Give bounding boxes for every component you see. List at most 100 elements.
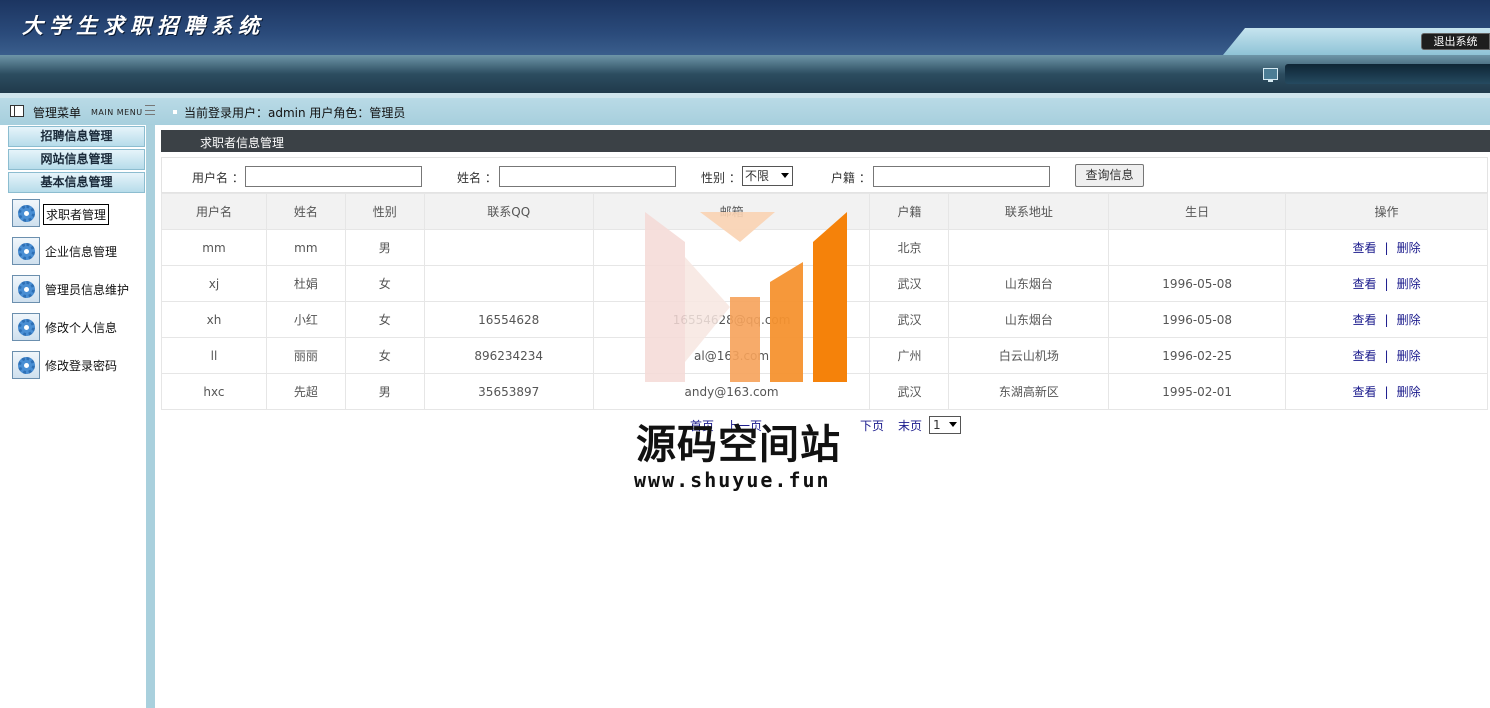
query-button[interactable]: 查询信息 bbox=[1075, 164, 1144, 187]
table-cell: 武汉 bbox=[869, 265, 950, 302]
sidebar-group-basic[interactable]: 基本信息管理 bbox=[8, 172, 145, 193]
name-input[interactable] bbox=[499, 166, 676, 187]
table-cell-actions: 查看 | 删除 bbox=[1285, 337, 1488, 374]
column-header: 联系地址 bbox=[948, 193, 1110, 230]
page-title-bar: 求职者信息管理 bbox=[161, 130, 1490, 152]
delete-link[interactable]: 删除 bbox=[1397, 241, 1421, 255]
sidebar-splitter[interactable] bbox=[146, 125, 155, 708]
table-cell-actions: 查看 | 删除 bbox=[1285, 265, 1488, 302]
gender-select[interactable]: 不限 bbox=[742, 166, 793, 186]
pager-last[interactable]: 末页 bbox=[898, 417, 922, 434]
table-cell: hxc bbox=[161, 373, 267, 410]
table-cell: 1996-05-08 bbox=[1108, 301, 1287, 338]
table-cell: 女 bbox=[344, 337, 425, 374]
table-cell: 896234234 bbox=[423, 337, 594, 374]
table-cell-actions: 查看 | 删除 bbox=[1285, 373, 1488, 410]
sidebar-item-label: 修改个人信息 bbox=[45, 321, 118, 335]
menu-title-en: MAIN MENU bbox=[91, 108, 143, 117]
table-cell: 1995-02-01 bbox=[1108, 373, 1287, 410]
column-header: 联系QQ bbox=[423, 193, 594, 230]
table-cell: mm bbox=[161, 229, 267, 266]
action-separator: | bbox=[1384, 349, 1389, 363]
table-cell: 男 bbox=[344, 229, 425, 266]
table-cell: ll bbox=[161, 337, 267, 374]
view-link[interactable]: 查看 bbox=[1353, 313, 1377, 327]
delete-link[interactable]: 删除 bbox=[1397, 385, 1421, 399]
app-header: 大学生求职招聘系统 退出系统 bbox=[0, 0, 1490, 55]
pager-next[interactable]: 下页 bbox=[860, 417, 884, 434]
table-cell: 山东烟台 bbox=[948, 265, 1110, 302]
nav-slot bbox=[1285, 64, 1490, 84]
gear-icon bbox=[12, 313, 40, 341]
sidebar-item-password[interactable]: 修改登录密码 bbox=[12, 351, 137, 379]
page-title: 求职者信息管理 bbox=[200, 136, 285, 150]
page-selected-value: 1 bbox=[933, 418, 941, 432]
hometown-label: 户籍 ： bbox=[831, 171, 871, 185]
gear-icon bbox=[12, 275, 40, 303]
table-cell: 杜娟 bbox=[265, 265, 346, 302]
action-separator: | bbox=[1384, 241, 1389, 255]
nav-bar bbox=[0, 55, 1490, 93]
sidebar-group-website[interactable]: 网站信息管理 bbox=[8, 149, 145, 170]
column-header: 性别 bbox=[344, 193, 425, 230]
gender-label: 性别 ： bbox=[701, 171, 741, 185]
column-header: 用户名 bbox=[161, 193, 267, 230]
table-cell: 丽丽 bbox=[265, 337, 346, 374]
table-cell-actions: 查看 | 删除 bbox=[1285, 229, 1488, 266]
gear-icon bbox=[12, 351, 40, 379]
sidebar-item-label: 求职者管理 bbox=[43, 204, 110, 225]
table-cell: 女 bbox=[344, 301, 425, 338]
logout-button[interactable]: 退出系统 bbox=[1421, 33, 1490, 50]
view-link[interactable]: 查看 bbox=[1353, 241, 1377, 255]
column-header: 姓名 bbox=[265, 193, 346, 230]
table-cell: 小红 bbox=[265, 301, 346, 338]
table-cell: 广州 bbox=[869, 337, 950, 374]
sidebar-item-profile[interactable]: 修改个人信息 bbox=[12, 313, 137, 341]
column-header: 生日 bbox=[1108, 193, 1287, 230]
table-cell bbox=[423, 265, 594, 302]
table-cell: 武汉 bbox=[869, 373, 950, 410]
username-input[interactable] bbox=[245, 166, 422, 187]
table-cell-actions: 查看 | 删除 bbox=[1285, 301, 1488, 338]
monitor-icon[interactable] bbox=[1263, 68, 1278, 82]
view-link[interactable]: 查看 bbox=[1353, 349, 1377, 363]
table-cell: mm bbox=[265, 229, 346, 266]
delete-link[interactable]: 删除 bbox=[1397, 313, 1421, 327]
chevron-down-icon bbox=[949, 422, 957, 427]
table-cell: xj bbox=[161, 265, 267, 302]
delete-link[interactable]: 删除 bbox=[1397, 349, 1421, 363]
sidebar-item-admin[interactable]: 管理员信息维护 bbox=[12, 275, 137, 303]
gender-selected-value: 不限 bbox=[745, 169, 770, 183]
app-title: 大学生求职招聘系统 bbox=[22, 13, 265, 38]
table-cell: 先超 bbox=[265, 373, 346, 410]
current-user-info: 当前登录用户：admin 用户角色：管理员 bbox=[184, 106, 406, 120]
sidebar-item-company[interactable]: 企业信息管理 bbox=[12, 237, 137, 265]
watermark-logo bbox=[645, 212, 847, 382]
page-select[interactable]: 1 bbox=[929, 416, 961, 434]
hometown-input[interactable] bbox=[873, 166, 1050, 187]
action-separator: | bbox=[1384, 313, 1389, 327]
table-cell: 1996-02-25 bbox=[1108, 337, 1287, 374]
menu-toggle-icon[interactable] bbox=[145, 105, 155, 115]
table-cell: xh bbox=[161, 301, 267, 338]
gear-icon bbox=[12, 199, 40, 227]
table-cell: 女 bbox=[344, 265, 425, 302]
view-link[interactable]: 查看 bbox=[1353, 385, 1377, 399]
bullet-icon bbox=[173, 110, 177, 114]
table-cell: 东湖高新区 bbox=[948, 373, 1110, 410]
sidebar-item-label: 企业信息管理 bbox=[45, 245, 118, 259]
sidebar-group-recruitment[interactable]: 招聘信息管理 bbox=[8, 126, 145, 147]
table-cell: 16554628 bbox=[423, 301, 594, 338]
table-cell: 男 bbox=[344, 373, 425, 410]
table-cell: 35653897 bbox=[423, 373, 594, 410]
table-cell bbox=[948, 229, 1110, 266]
action-separator: | bbox=[1384, 385, 1389, 399]
view-link[interactable]: 查看 bbox=[1353, 277, 1377, 291]
table-cell: 白云山机场 bbox=[948, 337, 1110, 374]
delete-link[interactable]: 删除 bbox=[1397, 277, 1421, 291]
action-separator: | bbox=[1384, 277, 1389, 291]
sidebar-item-jobseeker[interactable]: 求职者管理 bbox=[12, 199, 137, 227]
gear-icon bbox=[12, 237, 40, 265]
menu-panel-icon bbox=[10, 105, 24, 117]
table-cell bbox=[423, 229, 594, 266]
